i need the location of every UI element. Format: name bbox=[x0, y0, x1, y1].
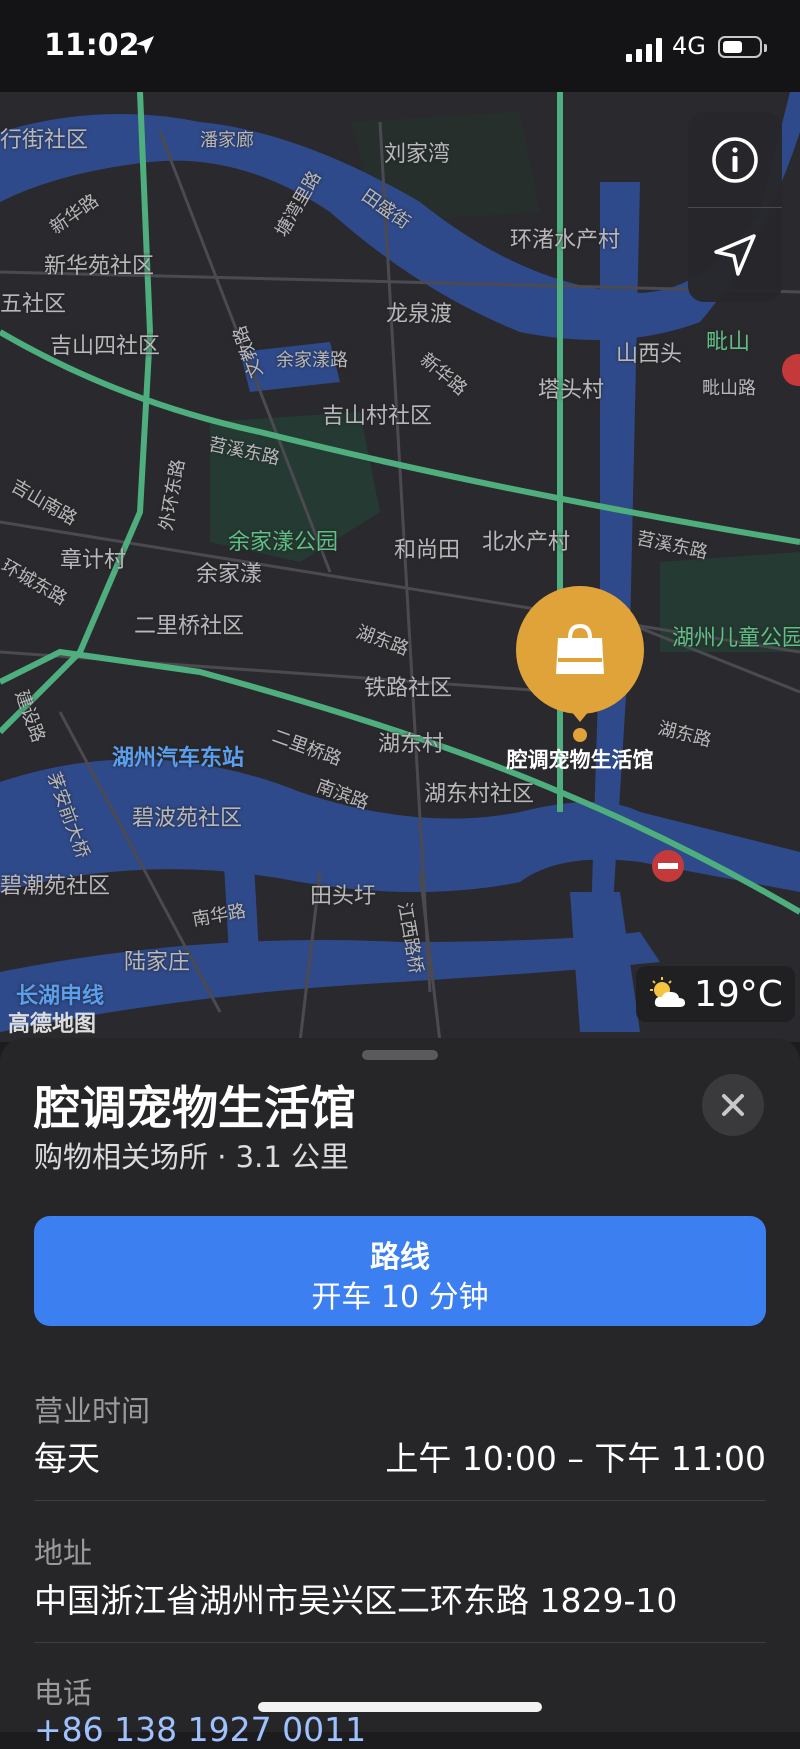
map-controls bbox=[688, 112, 782, 302]
location-services-icon bbox=[136, 36, 154, 54]
map-label: 环渚水产村 bbox=[510, 228, 621, 253]
directions-eta: 开车 10 分钟 bbox=[311, 1280, 489, 1315]
place-category-distance: 购物相关场所 · 3.1 公里 bbox=[34, 1140, 349, 1174]
map-label-station[interactable]: 湖州汽车东站 bbox=[112, 740, 244, 772]
map-attribution: 高德地图 bbox=[8, 1012, 97, 1037]
map-label: 碧波苑社区 bbox=[132, 806, 243, 831]
map-label: 新华苑社区 bbox=[44, 254, 155, 279]
map-label: 五社区 bbox=[0, 292, 67, 317]
map-label: 吉山四社区 bbox=[50, 334, 161, 359]
divider bbox=[34, 1500, 766, 1501]
map-label: 湖东村社区 bbox=[424, 782, 535, 807]
map-label: 和尚田 bbox=[394, 538, 461, 563]
battery-icon bbox=[718, 36, 767, 58]
map-label: 碧潮苑社区 bbox=[0, 874, 111, 899]
map-label: 陆家庄 bbox=[124, 950, 191, 975]
status-time: 11:02 bbox=[44, 28, 140, 63]
place-name: 腔调宠物生活馆 bbox=[34, 1081, 356, 1135]
phone-value[interactable]: +86 138 1927 0011 bbox=[34, 1710, 366, 1749]
address-label: 地址 bbox=[34, 1536, 93, 1570]
current-location-button[interactable] bbox=[688, 207, 782, 302]
weather-badge: 19°C bbox=[636, 966, 795, 1022]
map-label: 塔头村 bbox=[538, 378, 605, 403]
map-label: 刘家湾 bbox=[384, 142, 451, 167]
directions-button[interactable]: 路线 开车 10 分钟 bbox=[34, 1216, 766, 1326]
map-label: 潘家廊 bbox=[200, 130, 254, 151]
place-pin[interactable] bbox=[516, 586, 644, 714]
phone-label: 电话 bbox=[34, 1676, 93, 1710]
map-label: 北水产村 bbox=[482, 530, 571, 555]
map-label: 行街社区 bbox=[0, 128, 89, 153]
map-label: 章计村 bbox=[60, 548, 127, 573]
map-label: 铁路社区 bbox=[364, 676, 453, 701]
map-label: 二里桥社区 bbox=[134, 614, 245, 639]
partly-sunny-icon bbox=[650, 977, 685, 1007]
sheet-grabber[interactable] bbox=[362, 1050, 438, 1060]
network-type: 4G bbox=[672, 32, 706, 60]
info-icon bbox=[712, 136, 758, 183]
map-label: 余家漾路 bbox=[276, 350, 348, 371]
map-view[interactable]: 行街社区 潘家廊 刘家湾 新华路 田盛街 新华苑社区 环渚水产村 五社区 龙泉渡… bbox=[0, 92, 800, 1042]
map-info-button[interactable] bbox=[688, 112, 782, 207]
map-label: 湖州儿童公园 bbox=[672, 626, 800, 651]
place-pin-dot bbox=[573, 728, 587, 742]
hours-time: 上午 10:00 – 下午 11:00 bbox=[385, 1439, 766, 1478]
shopping-bag-icon bbox=[556, 623, 604, 674]
close-icon bbox=[722, 1094, 744, 1116]
address-value[interactable]: 中国浙江省湖州市吴兴区二环东路 1829-10 bbox=[34, 1574, 677, 1622]
map-label: 毗山 bbox=[706, 330, 751, 355]
location-arrow-icon bbox=[714, 233, 756, 276]
home-indicator[interactable] bbox=[258, 1702, 542, 1712]
map-label: 吉山村社区 bbox=[322, 404, 433, 429]
hours-days: 每天 bbox=[34, 1439, 100, 1478]
hours-label: 营业时间 bbox=[34, 1394, 151, 1428]
map-label: 余家漾公园 bbox=[228, 530, 339, 555]
directions-label: 路线 bbox=[370, 1240, 430, 1275]
temperature: 19°C bbox=[694, 973, 783, 1015]
map-label: 山西头 bbox=[616, 342, 683, 367]
close-button[interactable] bbox=[702, 1074, 764, 1136]
map-label: 毗山路 bbox=[702, 378, 756, 399]
place-pin-label[interactable]: 腔调宠物生活馆 bbox=[480, 744, 680, 774]
map-label: 湖东村 bbox=[378, 732, 445, 757]
map-label: 龙泉渡 bbox=[386, 302, 453, 327]
divider bbox=[34, 1642, 766, 1643]
map-label: 田头圩 bbox=[310, 884, 377, 909]
cellular-signal-icon bbox=[626, 38, 662, 62]
place-pin-tail bbox=[562, 700, 598, 722]
map-label: 余家漾 bbox=[196, 562, 263, 587]
